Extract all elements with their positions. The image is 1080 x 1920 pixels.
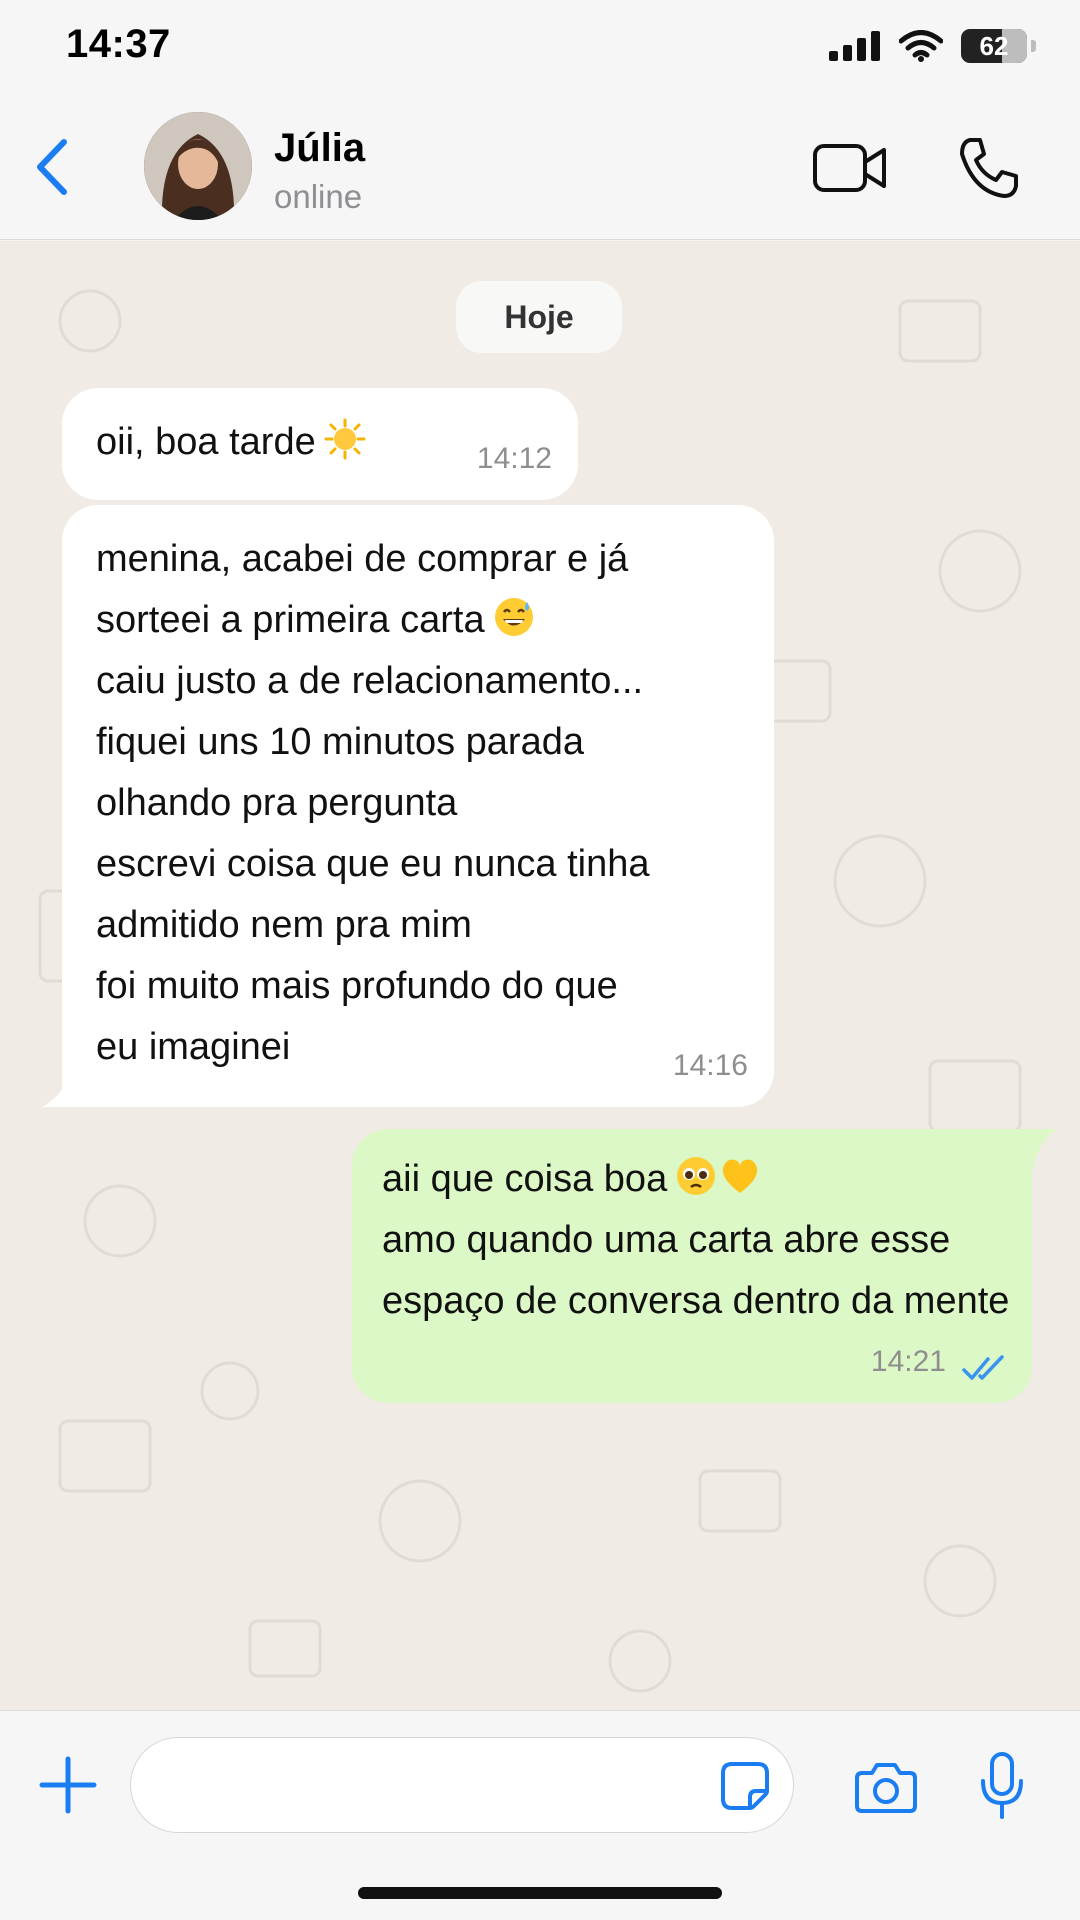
chat-area[interactable]: Hoje oii, boa tarde 14:12 menina, acabei… <box>0 241 1080 1710</box>
message-text: oii, boa tarde <box>96 421 316 463</box>
message-bubble-incoming[interactable]: oii, boa tarde 14:12 <box>62 388 578 500</box>
message-input[interactable] <box>130 1737 794 1833</box>
yellow-heart-emoji-icon <box>723 1159 758 1193</box>
avatar[interactable] <box>144 112 252 220</box>
wifi-icon <box>899 30 943 62</box>
battery-icon: 62 <box>961 29 1027 63</box>
sun-emoji-icon <box>324 418 366 460</box>
phone-icon[interactable] <box>956 136 1020 200</box>
status-icons: 62 <box>829 26 1036 66</box>
message-line: foi muito mais profundo do que <box>96 965 618 1007</box>
pleading-face-emoji-icon <box>677 1157 716 1195</box>
message-time: 14:12 <box>476 442 552 475</box>
contact-status: online <box>274 178 363 215</box>
message-line: olhando pra pergunta <box>96 782 458 824</box>
message-bubble-outgoing[interactable]: aii que coisa boa amo quando uma carta a… <box>352 1129 1032 1403</box>
date-separator: Hoje <box>456 281 622 353</box>
grinning-sweat-emoji-icon <box>494 598 533 636</box>
double-check-icon <box>962 1355 1004 1380</box>
status-bar: 14:37 62 <box>0 0 1080 92</box>
signal-icon <box>829 31 880 61</box>
message-text: sorteei a primeira carta <box>96 599 485 641</box>
battery-tip <box>1031 40 1036 52</box>
message-line: caiu justo a de relacionamento... <box>96 660 644 702</box>
home-indicator <box>358 1887 722 1899</box>
sticker-icon[interactable] <box>720 1761 770 1811</box>
contact-name[interactable]: Júlia <box>274 126 365 171</box>
message-line: menina, acabei de comprar e já <box>96 538 629 580</box>
microphone-icon[interactable] <box>978 1751 1026 1821</box>
message-line: aii que coisa boa <box>382 1149 1002 1210</box>
message-line: admitido nem pra mim <box>96 904 472 946</box>
status-time: 14:37 <box>66 22 171 66</box>
back-chevron-icon[interactable] <box>26 132 76 202</box>
input-bar <box>0 1710 1080 1920</box>
message-line: eu imaginei <box>96 1026 291 1068</box>
message-text: aii que coisa boa <box>382 1158 668 1200</box>
message-bubble-incoming[interactable]: menina, acabei de comprar e já sorteei a… <box>62 505 774 1107</box>
message-line: fiquei uns 10 minutos parada <box>96 721 584 763</box>
video-camera-icon[interactable] <box>812 140 888 196</box>
message-time: 14:21 <box>870 1345 946 1378</box>
battery-level: 62 <box>979 30 1009 61</box>
message-line: sorteei a primeira carta <box>96 590 740 651</box>
message-line: escrevi coisa que eu nunca tinha <box>96 843 650 885</box>
plus-icon[interactable] <box>38 1755 98 1815</box>
camera-icon[interactable] <box>854 1759 918 1815</box>
message-line: amo quando uma carta abre esse <box>382 1219 951 1261</box>
message-line: espaço de conversa dentro da mente <box>382 1280 1010 1322</box>
message-time: 14:16 <box>672 1049 748 1082</box>
chat-header: Júlia online <box>0 92 1080 240</box>
avatar-portrait <box>144 112 252 220</box>
